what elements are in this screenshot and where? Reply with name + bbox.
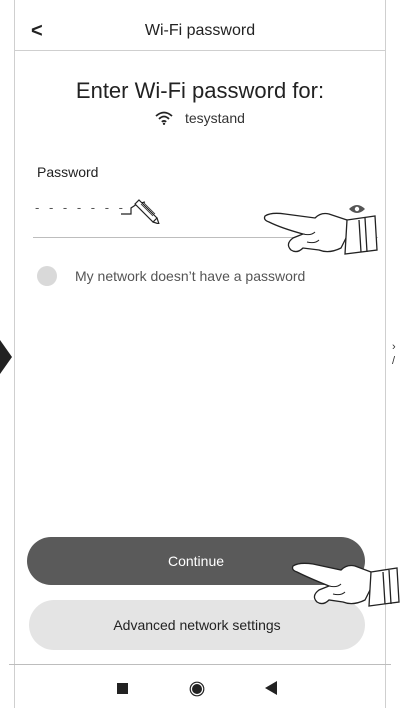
page-heading: Enter Wi-Fi password for: — [75, 78, 325, 103]
password-label: Password — [37, 164, 99, 180]
home-button[interactable] — [189, 681, 205, 697]
phone-screen: < Wi-Fi password Enter Wi-Fi password fo… — [9, 0, 400, 708]
pointing-hand-icon — [263, 212, 378, 255]
screen-title: Wi-Fi password — [144, 22, 256, 39]
pen-icon — [121, 199, 160, 224]
password-value: - - - - - - - — [35, 200, 126, 215]
recent-apps-button[interactable] — [117, 683, 128, 694]
top-bar: < Wi-Fi password — [15, 13, 385, 51]
flow-arrow-right-icon: › / — [392, 341, 396, 367]
no-password-label: My network doesn’t have a password — [75, 268, 306, 284]
pointing-hand-icon — [291, 562, 400, 607]
nav-divider — [9, 664, 391, 665]
network-name: tesystand — [184, 110, 245, 126]
nav-back-button[interactable] — [265, 681, 277, 695]
network-row: tesystand — [15, 110, 385, 126]
no-password-radio[interactable] — [37, 266, 57, 286]
flow-arrow-left-icon — [0, 340, 12, 374]
wifi-icon — [155, 111, 173, 125]
